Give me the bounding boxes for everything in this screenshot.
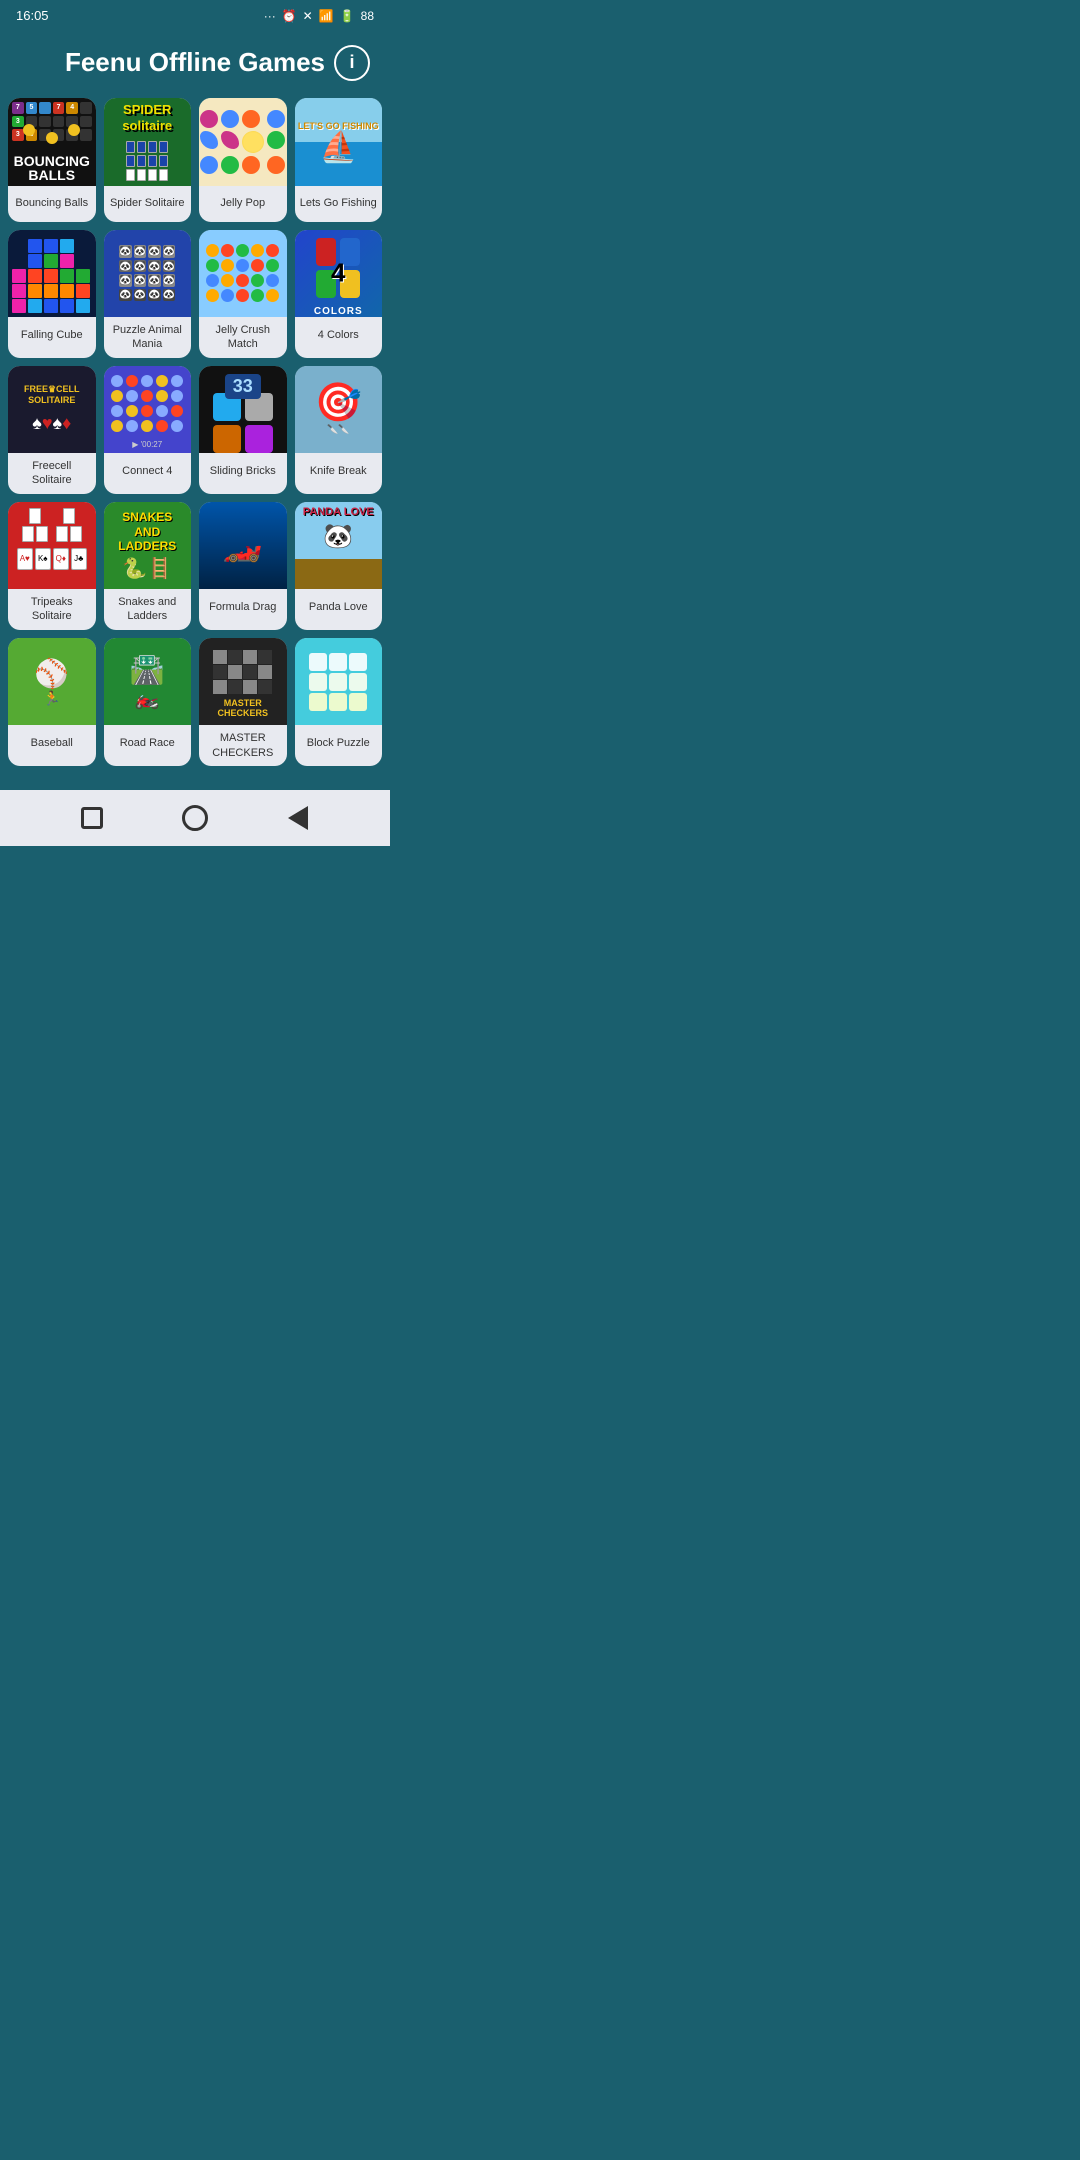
game-label-road-race: Road Race [104,725,192,761]
game-label-jelly-crush-match: Jelly Crush Match [199,317,287,358]
game-label-bouncing-balls: Bouncing Balls [8,186,96,222]
info-button[interactable]: i [334,45,370,81]
app-header: Feenu Offline Games i [0,31,390,98]
game-thumb-connect-4: ▶ '00:27 [104,366,192,454]
game-card-freecell-solitaire[interactable]: FREE♛CELLSOLITAIRE ♠ ♥ ♠ ♦ Freecell Soli… [8,366,96,494]
wifi-icon: 📶 [319,9,334,23]
game-label-jelly-pop: Jelly Pop [199,186,287,222]
game-label-master-checkers: MASTER CHECKERS [199,725,287,766]
game-thumb-falling-cube [8,230,96,318]
game-label-formula-drag: Formula Drag [199,589,287,625]
game-thumb-spider-solitaire: SPIDERsolitaire [104,98,192,186]
game-label-falling-cube: Falling Cube [8,317,96,353]
game-card-knife-break[interactable]: 🎯 🔪🔪 Knife Break [295,366,383,494]
nav-square-button[interactable] [74,800,110,836]
game-label-lets-go-fishing: Lets Go Fishing [295,186,383,222]
game-card-jelly-crush-match[interactable]: Jelly Crush Match [199,230,287,358]
game-thumb-puzzle-animal-mania: 🐼 🐼 🐼 🐼 🐼 🐼 🐼 🐼 🐼 🐼 🐼 🐼 🐼 🐼 🐼 🐼 [104,230,192,318]
game-thumb-snakes-and-ladders: SNAKESANDLADDERS 🐍🪜 [104,502,192,590]
game-thumb-baseball: ⚾ 🏃 [8,638,96,726]
game-label-snakes-and-ladders: Snakes and Ladders [104,589,192,630]
game-label-4-colors: 4 Colors [295,317,383,353]
game-thumb-master-checkers: MASTERCHECKERS [199,638,287,726]
game-thumb-jelly-crush-match [199,230,287,318]
game-thumb-block-puzzle [295,638,383,726]
game-thumb-tripeaks-solitaire: A♥ K♠ Q♦ J♣ [8,502,96,590]
nav-home-button[interactable] [177,800,213,836]
status-time: 16:05 [16,8,49,23]
status-bar: 16:05 ··· ⏰ ✕ 📶 🔋 88 [0,0,390,31]
game-label-freecell-solitaire: Freecell Solitaire [8,453,96,494]
game-label-connect-4: Connect 4 [104,453,192,489]
back-icon [288,806,308,830]
home-icon [182,805,208,831]
game-label-spider-solitaire: Spider Solitaire [104,186,192,222]
game-card-puzzle-animal-mania[interactable]: 🐼 🐼 🐼 🐼 🐼 🐼 🐼 🐼 🐼 🐼 🐼 🐼 🐼 🐼 🐼 🐼 Puzzle A… [104,230,192,358]
game-card-sliding-bricks[interactable]: 33 Sliding Bricks [199,366,287,494]
game-label-panda-love: Panda Love [295,589,383,625]
dots-icon: ··· [264,9,276,23]
nav-back-button[interactable] [280,800,316,836]
game-card-panda-love[interactable]: PANDA LOVE 🐼 Panda Love [295,502,383,630]
game-label-sliding-bricks: Sliding Bricks [199,453,287,489]
game-thumb-jelly-pop [199,98,287,186]
game-thumb-sliding-bricks: 33 [199,366,287,454]
game-card-tripeaks-solitaire[interactable]: A♥ K♠ Q♦ J♣ Tripeaks Solitaire [8,502,96,630]
game-card-jelly-pop[interactable]: Jelly Pop [199,98,287,222]
game-card-spider-solitaire[interactable]: SPIDERsolitaire [104,98,192,222]
navigation-bar [0,790,390,846]
status-icons: ··· ⏰ ✕ 📶 🔋 88 [264,9,374,23]
game-thumb-4-colors: 4 COLORS [295,230,383,318]
game-card-formula-drag[interactable]: 🏎️ Formula Drag [199,502,287,630]
game-thumb-panda-love: PANDA LOVE 🐼 [295,502,383,590]
game-card-connect-4[interactable]: ▶ '00:27 Connect 4 [104,366,192,494]
close-icon: ✕ [303,9,313,23]
battery-icon: 🔋 [340,9,355,23]
game-thumb-formula-drag: 🏎️ [199,502,287,590]
game-card-snakes-and-ladders[interactable]: SNAKESANDLADDERS 🐍🪜 Snakes and Ladders [104,502,192,630]
app-title: Feenu Offline Games [65,47,325,78]
game-thumb-road-race: 🛣️ 🏍️ [104,638,192,726]
game-label-puzzle-animal-mania: Puzzle Animal Mania [104,317,192,358]
square-icon [81,807,103,829]
game-card-lets-go-fishing[interactable]: LET'S GO FISHING ⛵ Lets Go Fishing [295,98,383,222]
game-thumb-lets-go-fishing: LET'S GO FISHING ⛵ [295,98,383,186]
game-card-master-checkers[interactable]: MASTERCHECKERS MASTER CHECKERS [199,638,287,766]
game-card-baseball[interactable]: ⚾ 🏃 Baseball [8,638,96,766]
game-thumb-freecell-solitaire: FREE♛CELLSOLITAIRE ♠ ♥ ♠ ♦ [8,366,96,454]
game-label-baseball: Baseball [8,725,96,761]
battery-level: 88 [361,9,374,23]
game-thumb-bouncing-balls: 7 5 7 4 3 3 8 [8,98,96,186]
game-card-falling-cube[interactable]: Falling Cube [8,230,96,358]
game-card-road-race[interactable]: 🛣️ 🏍️ Road Race [104,638,192,766]
game-label-knife-break: Knife Break [295,453,383,489]
game-card-block-puzzle[interactable]: Block Puzzle [295,638,383,766]
game-thumb-knife-break: 🎯 🔪🔪 [295,366,383,454]
alarm-icon: ⏰ [282,9,297,23]
game-card-4-colors[interactable]: 4 COLORS 4 Colors [295,230,383,358]
games-grid: 7 5 7 4 3 3 8 [0,98,390,774]
game-card-bouncing-balls[interactable]: 7 5 7 4 3 3 8 [8,98,96,222]
game-label-block-puzzle: Block Puzzle [295,725,383,761]
game-label-tripeaks-solitaire: Tripeaks Solitaire [8,589,96,630]
